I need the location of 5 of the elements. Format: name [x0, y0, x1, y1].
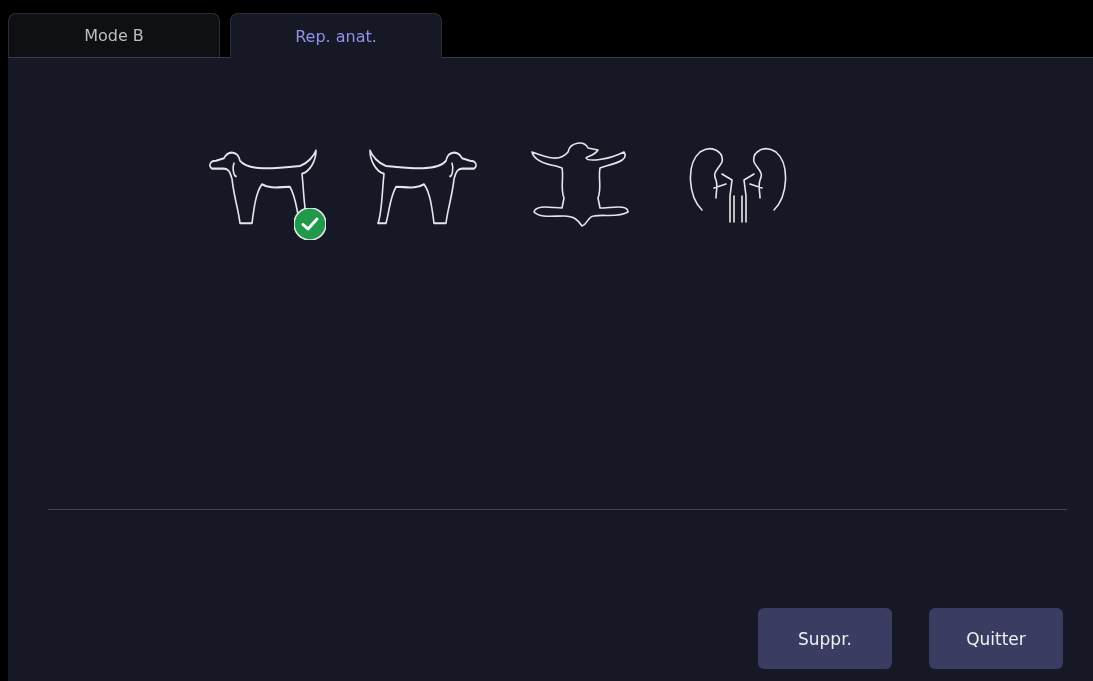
checkmark-icon — [294, 208, 326, 240]
action-button[interactable]: Suppr. — [758, 608, 892, 669]
tab[interactable]: Mode B — [8, 13, 220, 57]
tab[interactable]: Rep. anat. — [230, 13, 442, 58]
action-button[interactable]: Quitter — [929, 608, 1063, 669]
